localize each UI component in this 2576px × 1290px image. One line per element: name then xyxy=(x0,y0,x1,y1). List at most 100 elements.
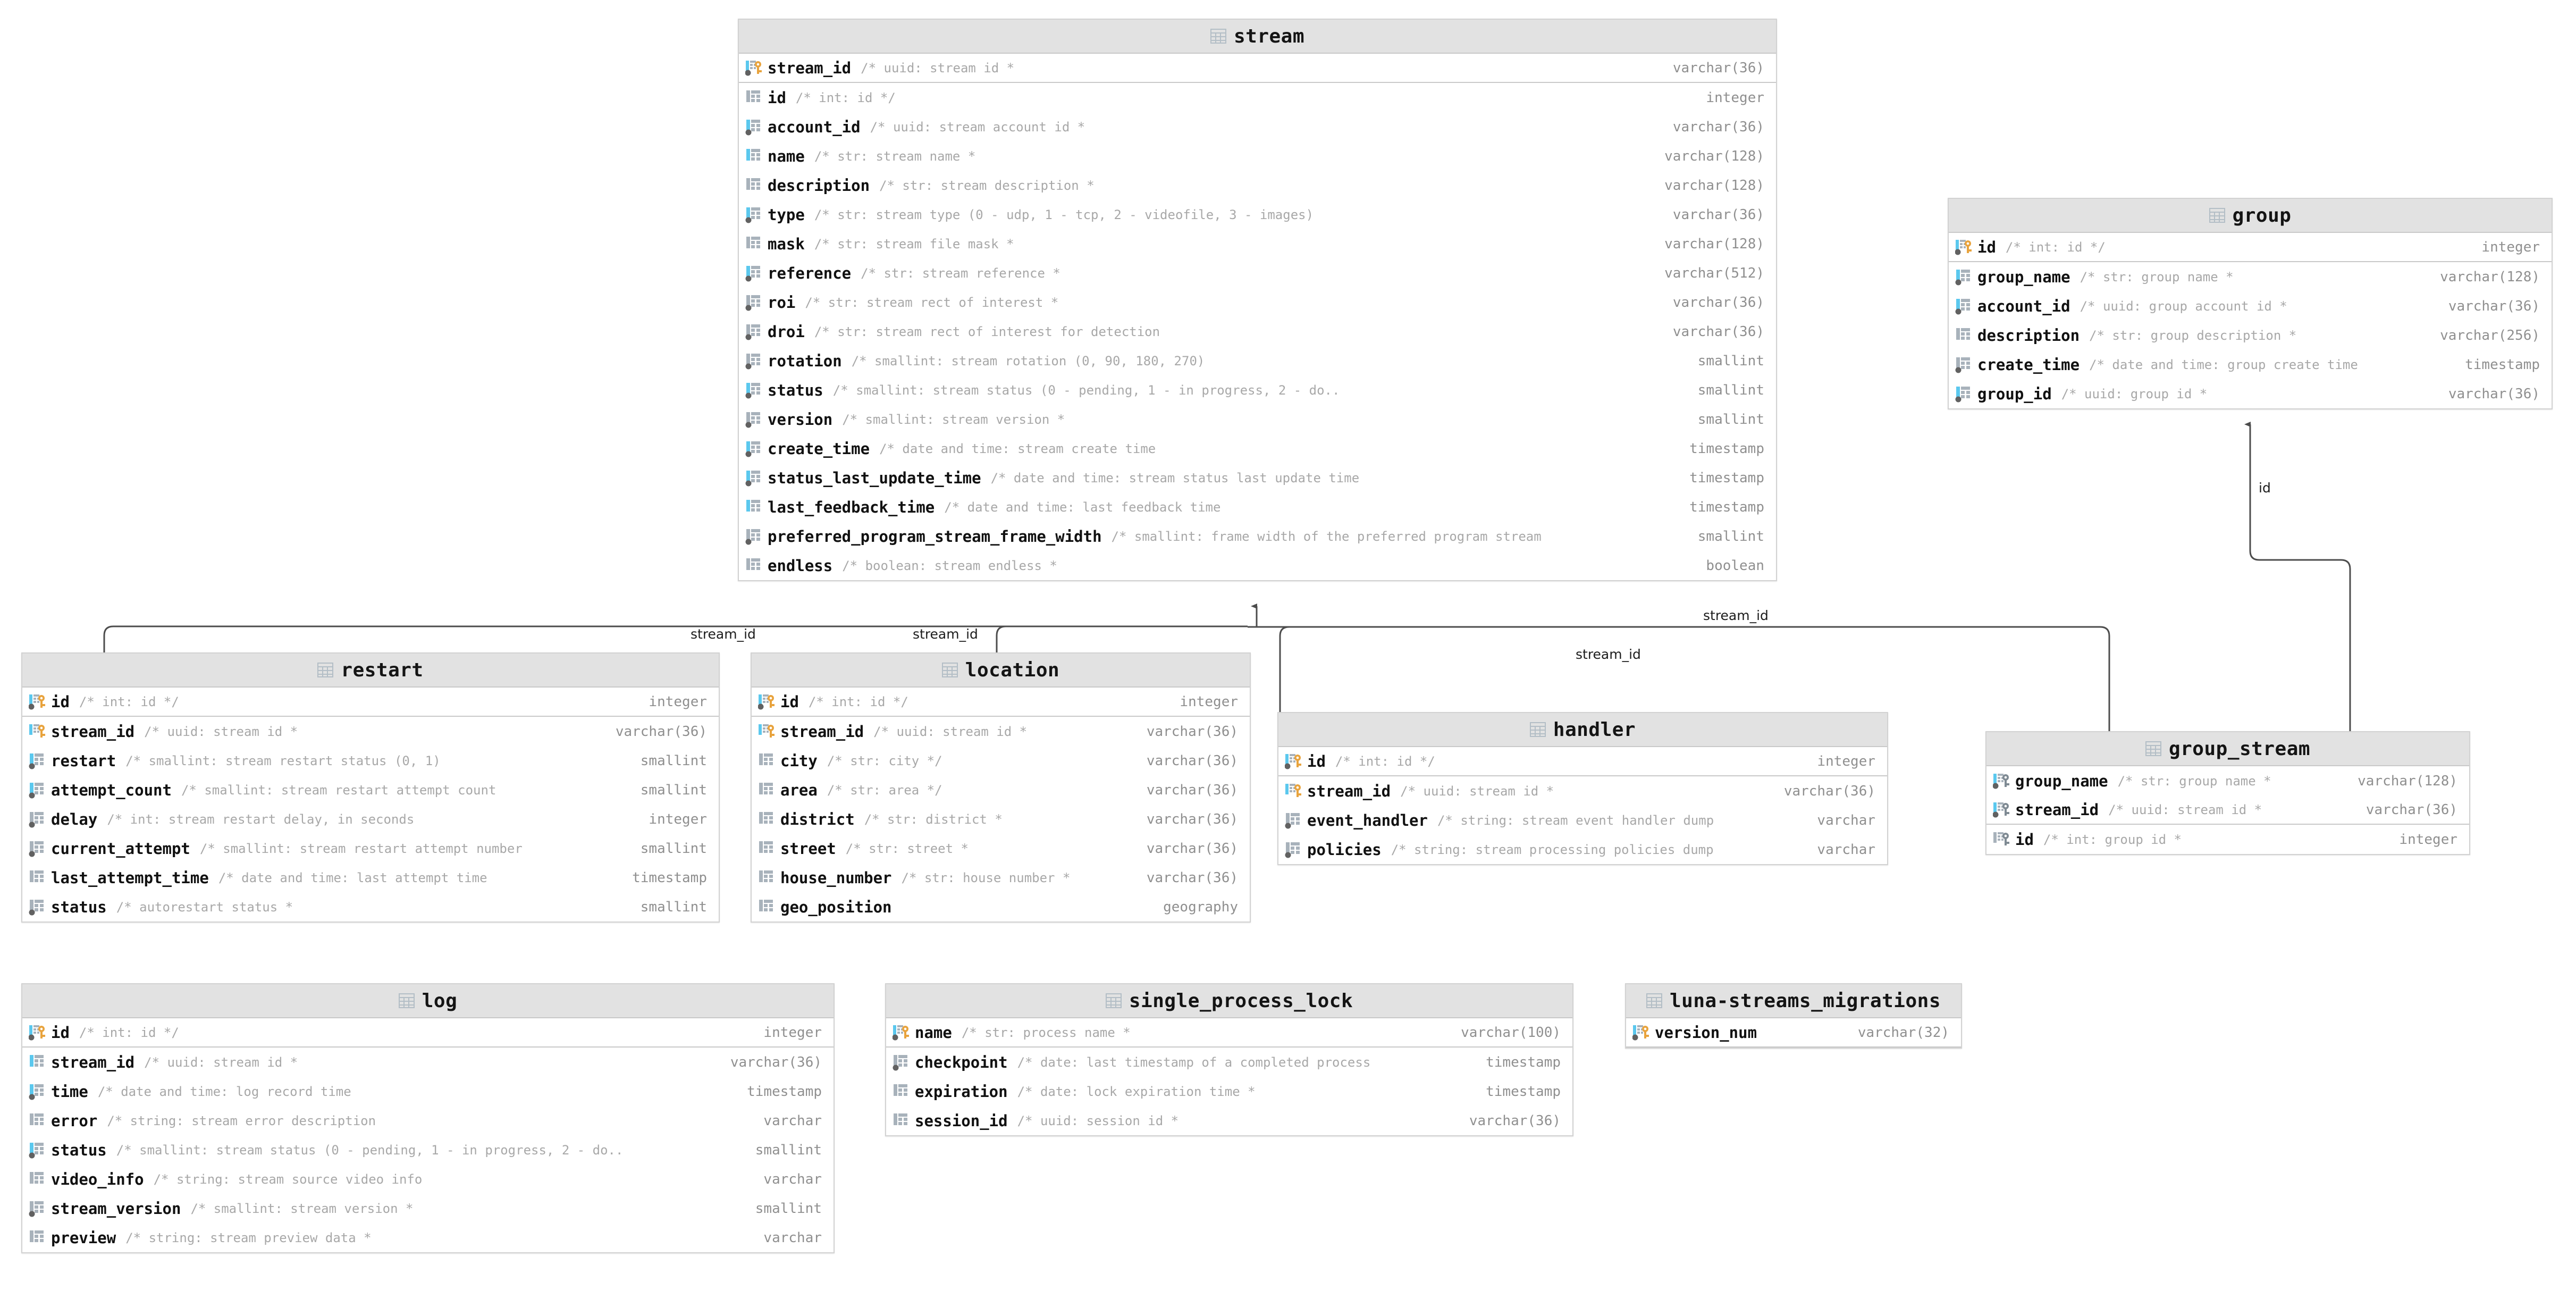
column-type: integer xyxy=(649,693,707,710)
column-row[interactable]: last_feedback_time /* date and time: las… xyxy=(739,492,1776,522)
table-header-luna_streams_migrations[interactable]: luna-streams_migrations xyxy=(1626,984,1961,1018)
column-row[interactable]: droi /* str: stream rect of interest for… xyxy=(739,317,1776,346)
column-row[interactable]: stream_version /* smallint: stream versi… xyxy=(22,1194,834,1223)
column-name: delay xyxy=(51,810,98,828)
column-row[interactable]: house_number /* str: house number * varc… xyxy=(752,863,1250,892)
column-row[interactable]: attempt_count /* smallint: stream restar… xyxy=(22,775,719,805)
column-name: city xyxy=(780,751,818,770)
column-row[interactable]: mask /* str: stream file mask * varchar(… xyxy=(739,229,1776,258)
column-row[interactable]: expiration /* date: lock expiration time… xyxy=(886,1077,1572,1106)
column-row[interactable]: reference /* str: stream reference * var… xyxy=(739,258,1776,288)
column-row[interactable]: create_time /* date and time: stream cre… xyxy=(739,434,1776,463)
column-row[interactable]: id /* int: id */ integer xyxy=(739,83,1776,112)
column-row[interactable]: checkpoint /* date: last timestamp of a … xyxy=(886,1048,1572,1077)
table-header-group[interactable]: group xyxy=(1949,199,2552,233)
column-row[interactable]: id /* int: id */ integer xyxy=(22,688,719,717)
table-header-group_stream[interactable]: group_stream xyxy=(1986,732,2469,766)
table-log[interactable]: log id /* int: id */ integer stream_id /… xyxy=(21,983,835,1253)
column-comment: /* str: group name * xyxy=(2080,269,2234,284)
column-comment: /* str: stream rect of interest * xyxy=(805,295,1059,310)
column-row[interactable]: group_name /* str: group name * varchar(… xyxy=(1986,766,2469,795)
column-comment: /* string: stream error description xyxy=(107,1113,376,1128)
table-header-restart[interactable]: restart xyxy=(22,654,719,688)
table-stream[interactable]: stream stream_id /* uuid: stream id * va… xyxy=(738,19,1777,581)
column-comment: /* str: group description * xyxy=(2089,328,2297,343)
column-comment: /* date and time: log record time xyxy=(97,1084,351,1099)
column-row[interactable]: account_id /* uuid: stream account id * … xyxy=(739,112,1776,141)
column-row[interactable]: description /* str: group description * … xyxy=(1949,321,2552,350)
table-header-stream[interactable]: stream xyxy=(739,20,1776,54)
column-row[interactable]: city /* str: city */ varchar(36) xyxy=(752,746,1250,775)
column-row[interactable]: time /* date and time: log record time t… xyxy=(22,1077,834,1106)
table-handler[interactable]: handler id /* int: id */ integer stream_… xyxy=(1277,712,1888,865)
column-name: expiration xyxy=(915,1082,1008,1101)
column-row[interactable]: roi /* str: stream rect of interest * va… xyxy=(739,288,1776,317)
column-type: integer xyxy=(2399,831,2457,848)
column-row[interactable]: preview /* string: stream preview data *… xyxy=(22,1223,834,1252)
column-row[interactable]: rotation /* smallint: stream rotation (0… xyxy=(739,346,1776,375)
column-name: id xyxy=(51,1023,70,1042)
column-icon xyxy=(759,811,773,824)
column-type: smallint xyxy=(640,840,707,857)
column-row[interactable]: delay /* int: stream restart delay, in s… xyxy=(22,805,719,834)
relation-label-restart-stream: stream_id xyxy=(688,627,758,641)
column-row[interactable]: account_id /* uuid: group account id * v… xyxy=(1949,291,2552,321)
column-name: status xyxy=(51,1141,107,1159)
column-row[interactable]: description /* str: stream description *… xyxy=(739,171,1776,200)
column-row[interactable]: group_name /* str: group name * varchar(… xyxy=(1949,262,2552,291)
column-row[interactable]: preferred_program_stream_frame_width /* … xyxy=(739,522,1776,551)
column-row[interactable]: stream_id /* uuid: stream id * varchar(3… xyxy=(22,717,719,746)
column-row[interactable]: id /* int: id */ integer xyxy=(22,1018,834,1048)
column-comment: /* str: area */ xyxy=(827,782,942,798)
column-row[interactable]: id /* int: group id * integer xyxy=(1986,825,2469,854)
column-row[interactable]: district /* str: district * varchar(36) xyxy=(752,805,1250,834)
column-row[interactable]: status /* smallint: stream status (0 - p… xyxy=(22,1135,834,1165)
table-location[interactable]: location id /* int: id */ integer stream… xyxy=(751,652,1251,923)
column-row[interactable]: street /* str: street * varchar(36) xyxy=(752,834,1250,863)
table-group_stream[interactable]: group_stream group_name /* str: group na… xyxy=(1985,731,2470,855)
column-row[interactable]: restart /* smallint: stream restart stat… xyxy=(22,746,719,775)
column-type: varchar xyxy=(1817,812,1875,828)
column-row[interactable]: type /* str: stream type (0 - udp, 1 - t… xyxy=(739,200,1776,229)
column-row[interactable]: id /* int: id */ integer xyxy=(1278,747,1887,776)
table-header-handler[interactable]: handler xyxy=(1278,713,1887,747)
column-comment: /* uuid: group id * xyxy=(2061,386,2208,401)
column-row[interactable]: stream_id /* uuid: stream id * varchar(3… xyxy=(22,1048,834,1077)
column-name: id xyxy=(1977,238,1996,256)
column-row[interactable]: geo_position geography xyxy=(752,892,1250,922)
column-row[interactable]: version /* smallint: stream version * sm… xyxy=(739,405,1776,434)
column-row[interactable]: name /* str: process name * varchar(100) xyxy=(886,1018,1572,1048)
table-header-log[interactable]: log xyxy=(22,984,834,1018)
column-row[interactable]: id /* int: id */ integer xyxy=(1949,233,2552,262)
column-row[interactable]: stream_id /* uuid: stream id * varchar(3… xyxy=(1278,776,1887,806)
column-row[interactable]: name /* str: stream name * varchar(128) xyxy=(739,141,1776,171)
table-restart[interactable]: restart id /* int: id */ integer stream_… xyxy=(21,652,720,923)
column-row[interactable]: status_last_update_time /* date and time… xyxy=(739,463,1776,492)
column-row[interactable]: policies /* string: stream processing po… xyxy=(1278,835,1887,864)
column-type: timestamp xyxy=(632,869,707,886)
column-row[interactable]: version_num varchar(32) xyxy=(1626,1018,1961,1048)
column-row[interactable]: endless /* boolean: stream endless * boo… xyxy=(739,551,1776,580)
column-row[interactable]: stream_id /* uuid: stream id * varchar(3… xyxy=(752,717,1250,746)
column-row[interactable]: last_attempt_time /* date and time: last… xyxy=(22,863,719,892)
column-row[interactable]: stream_id /* uuid: stream id * varchar(3… xyxy=(739,54,1776,83)
column-row[interactable]: current_attempt /* smallint: stream rest… xyxy=(22,834,719,863)
column-row[interactable]: event_handler /* string: stream event ha… xyxy=(1278,806,1887,835)
table-luna_streams_migrations[interactable]: luna-streams_migrations version_num varc… xyxy=(1625,983,1962,1049)
table-group[interactable]: group id /* int: id */ integer group_nam… xyxy=(1948,198,2553,409)
column-row[interactable]: create_time /* date and time: group crea… xyxy=(1949,350,2552,379)
column-row[interactable]: id /* int: id */ integer xyxy=(752,688,1250,717)
table-header-location[interactable]: location xyxy=(752,654,1250,688)
column-row[interactable]: video_info /* string: stream source vide… xyxy=(22,1165,834,1194)
column-type: boolean xyxy=(1706,557,1764,574)
column-row[interactable]: error /* string: stream error descriptio… xyxy=(22,1106,834,1135)
column-row[interactable]: group_id /* uuid: group id * varchar(36) xyxy=(1949,379,2552,408)
column-row[interactable]: status /* smallint: stream status (0 - p… xyxy=(739,375,1776,405)
column-row[interactable]: status /* autorestart status * smallint xyxy=(22,892,719,922)
column-row[interactable]: stream_id /* uuid: stream id * varchar(3… xyxy=(1986,795,2469,825)
column-row[interactable]: area /* str: area */ varchar(36) xyxy=(752,775,1250,805)
column-row[interactable]: session_id /* uuid: session id * varchar… xyxy=(886,1106,1572,1135)
table-single_process_lock[interactable]: single_process_lock name /* str: process… xyxy=(885,983,1573,1136)
column-name: stream_id xyxy=(2015,800,2099,819)
table-header-single_process_lock[interactable]: single_process_lock xyxy=(886,984,1572,1018)
